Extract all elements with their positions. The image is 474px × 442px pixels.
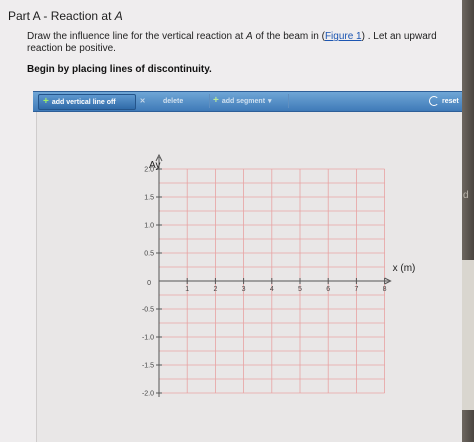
problem-panel: Part A - Reaction at A Draw the influenc… [0,0,463,442]
y-tick-label: -1.5 [142,363,154,370]
instructions-var: A [246,31,253,42]
y-tick-label: -0.5 [142,307,154,314]
chevron-down-icon: ▾ [268,98,272,105]
window-edge-panel [462,260,474,410]
reset-icon [429,96,439,106]
graph-axes [155,153,392,397]
edge-letter: d [463,190,469,201]
delete-x-icon[interactable]: ✕ [137,94,148,108]
x-tick-label: 6 [326,286,330,293]
graph-toolbar: + add vertical line off ✕ delete + add seg… [33,91,469,112]
instructions-text: of the beam in ( [252,31,325,42]
step-prompt: Begin by placing lines of discontinuity. [27,64,212,75]
delete-label: delete [163,97,184,105]
part-separator: - [40,9,51,23]
graph-canvas[interactable]: 1 2 3 4 5 6 7 8 2.0 1.5 1.0 0.5 -0.5 -1.0 -1.5 -2.0 0 Ay x… [36,111,463,442]
y-tick-label: -2.0 [142,391,154,398]
x-tick-label: 1 [185,286,189,293]
instructions: Draw the influence line for the vertical… [27,31,437,55]
x-tick-label: 4 [270,286,274,293]
part-title: Part A - Reaction at A [8,9,123,23]
y-axis-label: Ay [149,160,161,171]
add-segment-label: add segment [221,97,266,105]
x-axis-label: x (m) [393,263,416,274]
x-tick-label: 7 [354,286,358,293]
y-tick-label: 1.0 [144,223,154,230]
graph-labels: 1 2 3 4 5 6 7 82.01.51.00.5-0.5-1.0-1.5-2.00Ayx… [142,160,415,398]
part-title-var: A [114,9,123,23]
instructions-text: Draw the influence line for the vertical… [27,31,246,42]
plus-icon: + [213,95,219,106]
origin-label: 0 [147,280,151,287]
add-segment-button[interactable]: + add segment ▾ [209,94,289,108]
y-tick-label: -1.0 [142,335,154,342]
x-tick-label: 5 [298,286,302,293]
delete-button[interactable]: delete [163,94,183,108]
reset-label: reset [442,97,459,105]
add-vertical-line-label: add vertical line off [51,98,116,106]
y-tick-label: 1.5 [144,195,154,202]
figure-link[interactable]: Figure 1 [325,31,362,42]
x-tick-label: 2 [213,286,217,293]
x-tick-label: 3 [242,286,246,293]
part-title-text: Reaction at [50,9,115,23]
reset-button[interactable]: reset [429,94,459,108]
x-tick-label: 8 [383,286,387,293]
part-label: Part A [8,9,41,23]
influence-line-graph[interactable]: 1 2 3 4 5 6 7 82.01.51.00.5-0.5-1.0-1.5-2.00Ayx… [37,111,463,411]
add-vertical-line-button[interactable]: + add vertical line off [38,94,136,110]
y-tick-label: 0.5 [144,251,154,258]
plus-icon: + [43,96,49,107]
